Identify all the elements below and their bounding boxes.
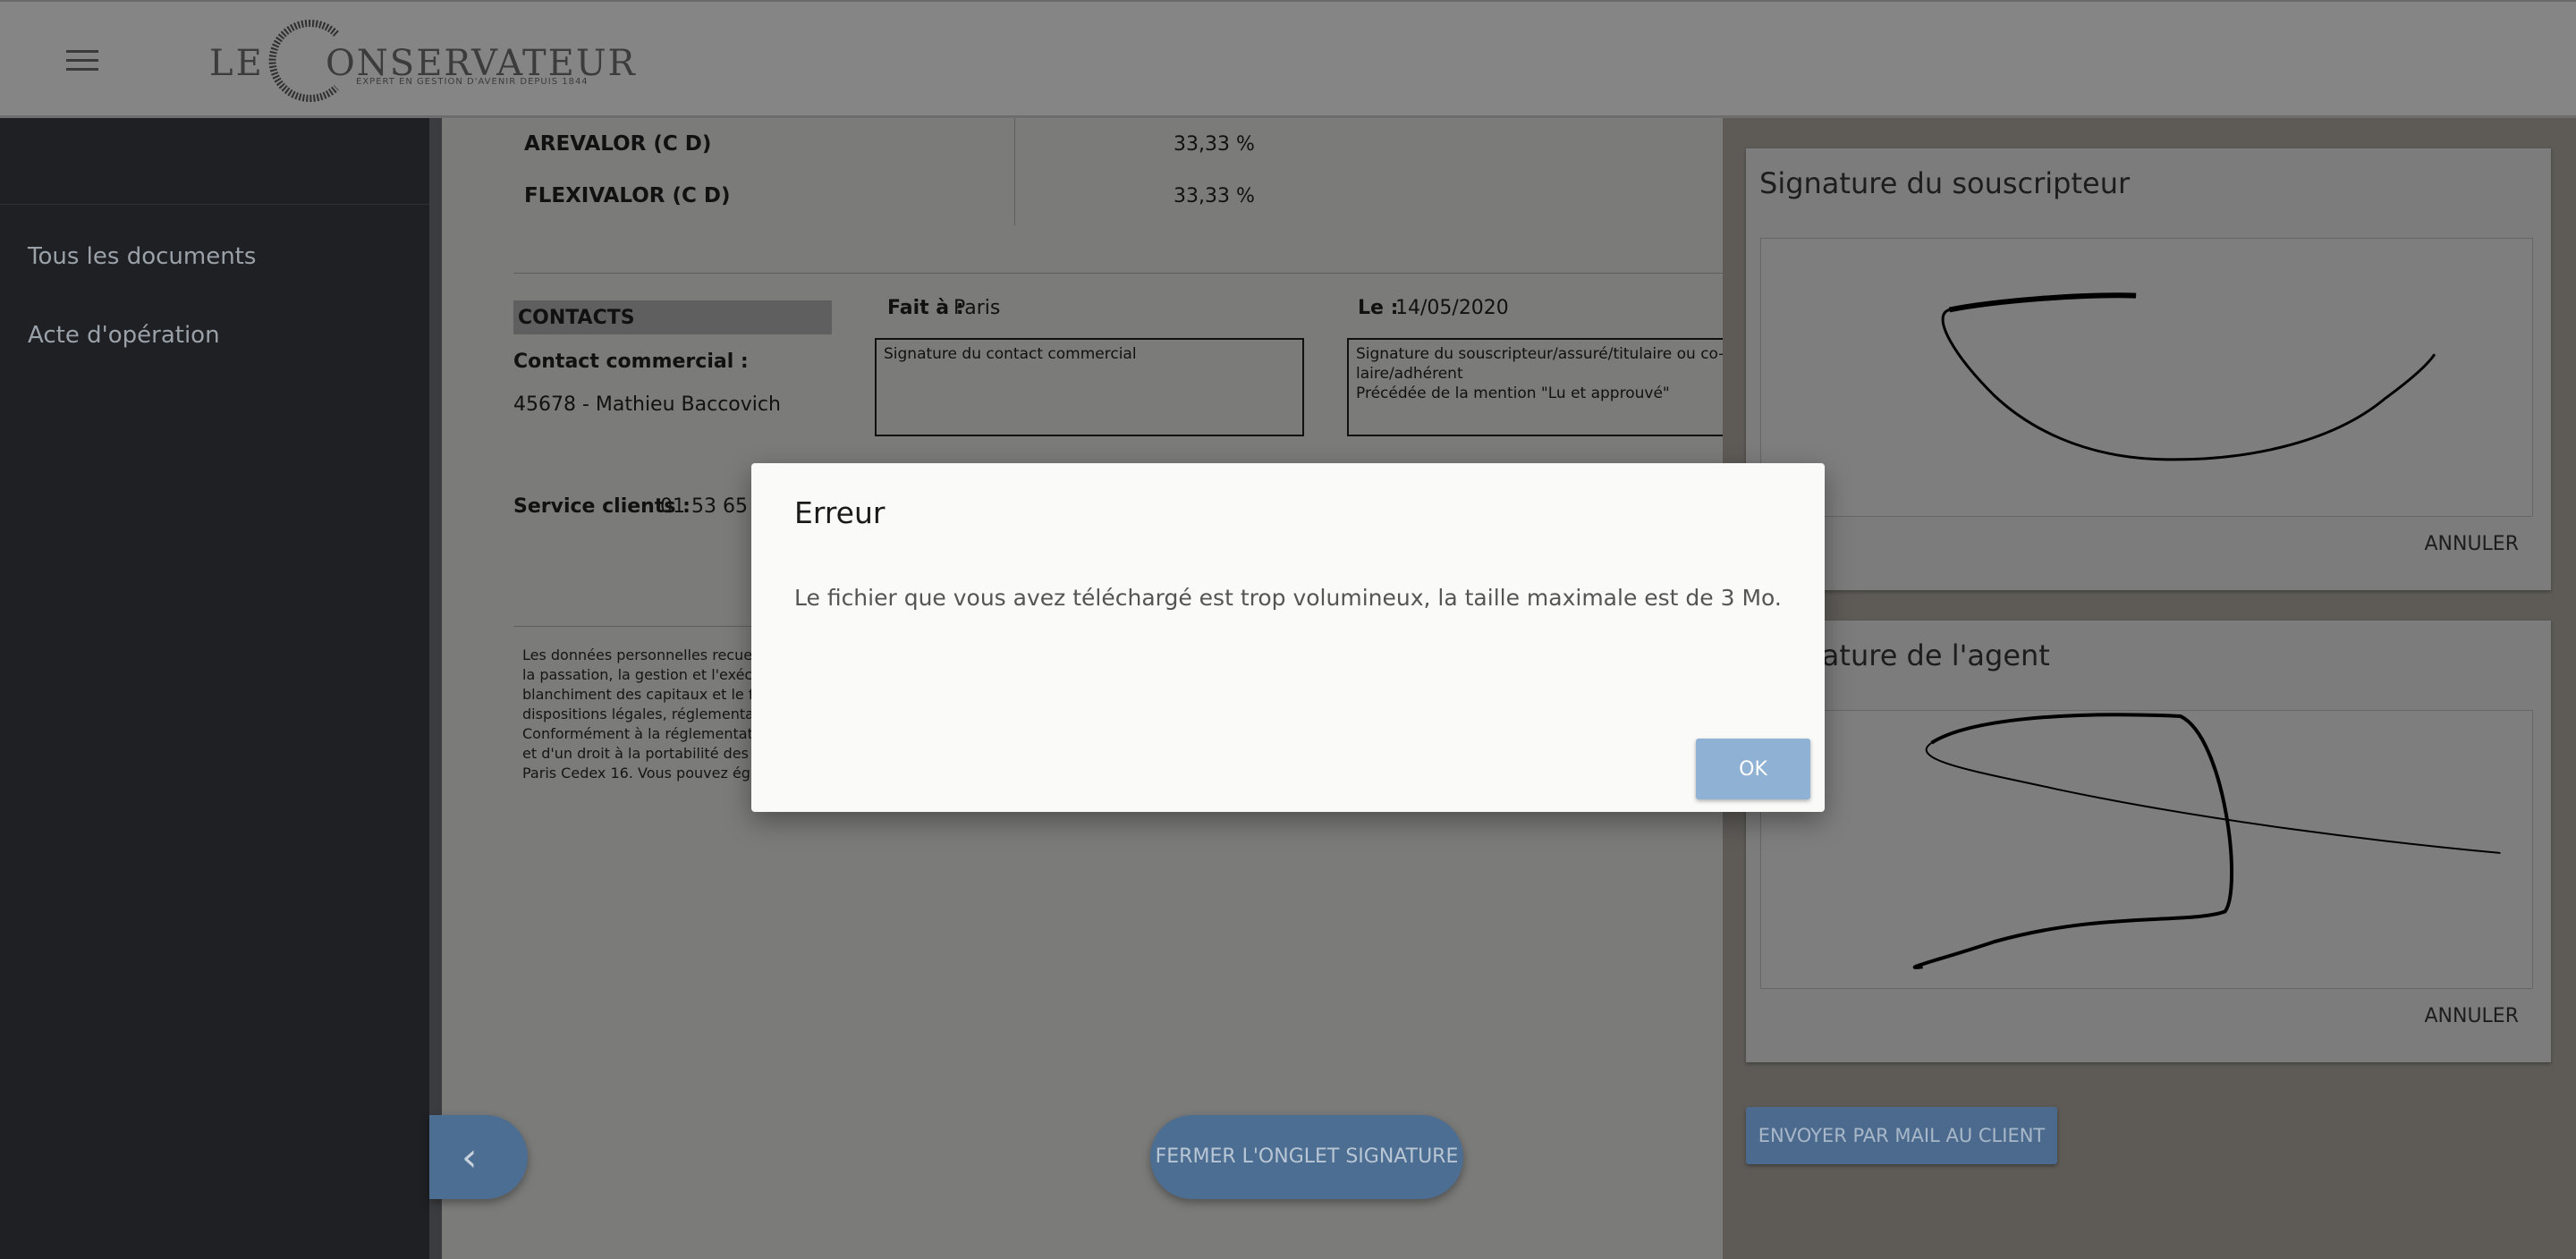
- agent-cancel-button[interactable]: ANNULER: [2424, 1005, 2519, 1027]
- subscriber-signature-pad[interactable]: [1760, 238, 2533, 517]
- error-dialog: Erreur Le fichier que vous avez téléchar…: [751, 463, 1825, 812]
- ok-button[interactable]: OK: [1696, 739, 1810, 799]
- menu-icon[interactable]: [66, 50, 98, 72]
- sidebar-item-acte-operation[interactable]: Acte d'opération: [28, 322, 220, 349]
- chevron-left-icon: ‹: [462, 1135, 478, 1180]
- sidebar-edge: [429, 118, 442, 1259]
- dialog-title: Erreur: [794, 495, 886, 530]
- logo-tagline: EXPERT EN GESTION D'AVENIR DEPUIS 1844: [356, 77, 589, 87]
- legal-line: Les données personnelles recue: [522, 646, 753, 663]
- subscriber-signature-box: Signature du souscripteur/assuré/titulai…: [1347, 338, 1723, 436]
- legal-line: dispositions légales, réglementa: [522, 706, 754, 722]
- subscriber-signature-stroke: [1941, 292, 2436, 461]
- subscriber-cancel-button[interactable]: ANNULER: [2424, 533, 2519, 555]
- date-value: 14/05/2020: [1395, 297, 1509, 319]
- date-label: Le :: [1358, 297, 1399, 319]
- table-divider: [1014, 118, 1015, 225]
- fund-percentage: 33,33 %: [1174, 133, 1255, 156]
- contact-value: 45678 - Mathieu Baccovich: [513, 393, 781, 416]
- legal-line: Paris Cedex 16. Vous pouvez éga: [522, 765, 759, 782]
- sidebar-divider: [0, 204, 429, 205]
- legal-notice: Les données personnelles recue la passat…: [522, 646, 782, 783]
- signature-panel: Signature du souscripteur ANNULER Signat…: [1723, 118, 2576, 1259]
- divider: [513, 273, 1723, 274]
- close-signature-tab-button[interactable]: FERMER L'ONGLET SIGNATURE: [1150, 1115, 1463, 1199]
- fait-value: Paris: [953, 297, 1001, 319]
- agent-signature-pad[interactable]: [1760, 710, 2533, 989]
- contact-label: Contact commercial :: [513, 351, 749, 373]
- back-button[interactable]: ‹: [429, 1115, 528, 1199]
- fund-percentage: 33,33 %: [1174, 185, 1255, 207]
- fund-name: AREVALOR (C D): [524, 132, 712, 156]
- contacts-heading: CONTACTS: [513, 300, 832, 334]
- legal-line: Conformément à la réglementation: [522, 725, 775, 742]
- legal-line: la passation, la gestion et l'exéc: [522, 666, 753, 683]
- commercial-signature-caption: Signature du contact commercial: [884, 345, 1137, 363]
- agent-signature-card: Signature de l'agent ANNULER: [1746, 621, 2551, 1062]
- subscriber-signature-caption: Précédée de la mention "Lu et approuvé": [1356, 384, 1670, 402]
- top-bar: LE ONSERVATEUR EXPERT EN GESTION D'AVENI…: [0, 0, 2576, 117]
- subscriber-signature-caption: laire/adhérent: [1356, 365, 1463, 383]
- legal-line: blanchiment des capitaux et le f: [522, 686, 754, 703]
- sidebar: Tous les documents Acte d'opération: [0, 118, 429, 1259]
- subscriber-signature-title: Signature du souscripteur: [1759, 166, 2131, 200]
- fund-name: FLEXIVALOR (C D): [524, 184, 731, 207]
- commercial-signature-box: Signature du contact commercial: [875, 338, 1304, 436]
- subscriber-signature-card: Signature du souscripteur ANNULER: [1746, 148, 2551, 590]
- logo: LE ONSERVATEUR EXPERT EN GESTION D'AVENI…: [209, 14, 635, 107]
- logo-le: LE: [209, 43, 265, 84]
- legal-line: et d'un droit à la portabilité des d: [522, 745, 763, 762]
- dialog-message: Le fichier que vous avez téléchargé est …: [794, 585, 1782, 611]
- sidebar-item-all-documents[interactable]: Tous les documents: [28, 243, 256, 270]
- send-mail-button[interactable]: ENVOYER PAR MAIL AU CLIENT: [1746, 1107, 2057, 1164]
- agent-signature-stroke: [1912, 713, 2501, 969]
- subscriber-signature-caption: Signature du souscripteur/assuré/titulai…: [1356, 345, 1723, 363]
- fait-label: Fait à :: [887, 297, 964, 319]
